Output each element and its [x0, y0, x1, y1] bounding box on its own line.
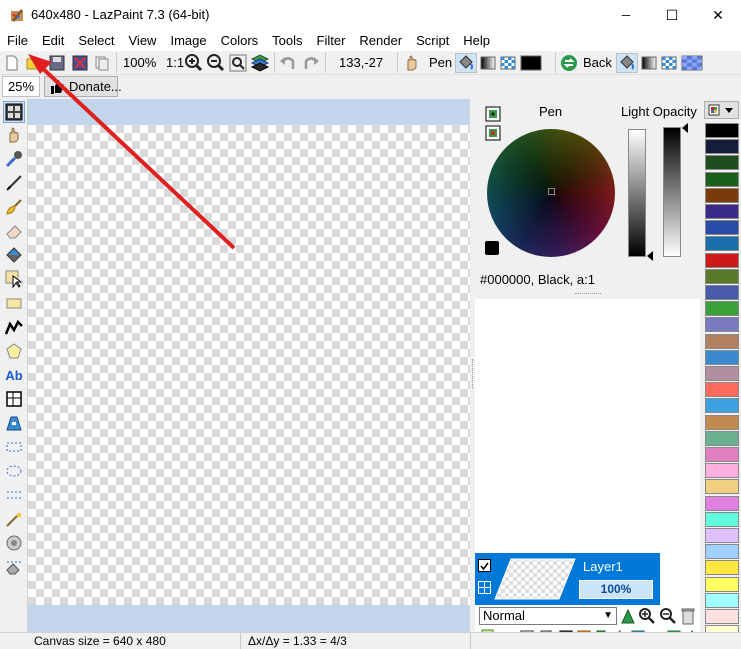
annotation-arrow [28, 54, 236, 250]
lazpaint-window: 640x480 - LazPaint 7.3 (64-bit) ─ ☐ ✕ Fi… [0, 0, 741, 649]
